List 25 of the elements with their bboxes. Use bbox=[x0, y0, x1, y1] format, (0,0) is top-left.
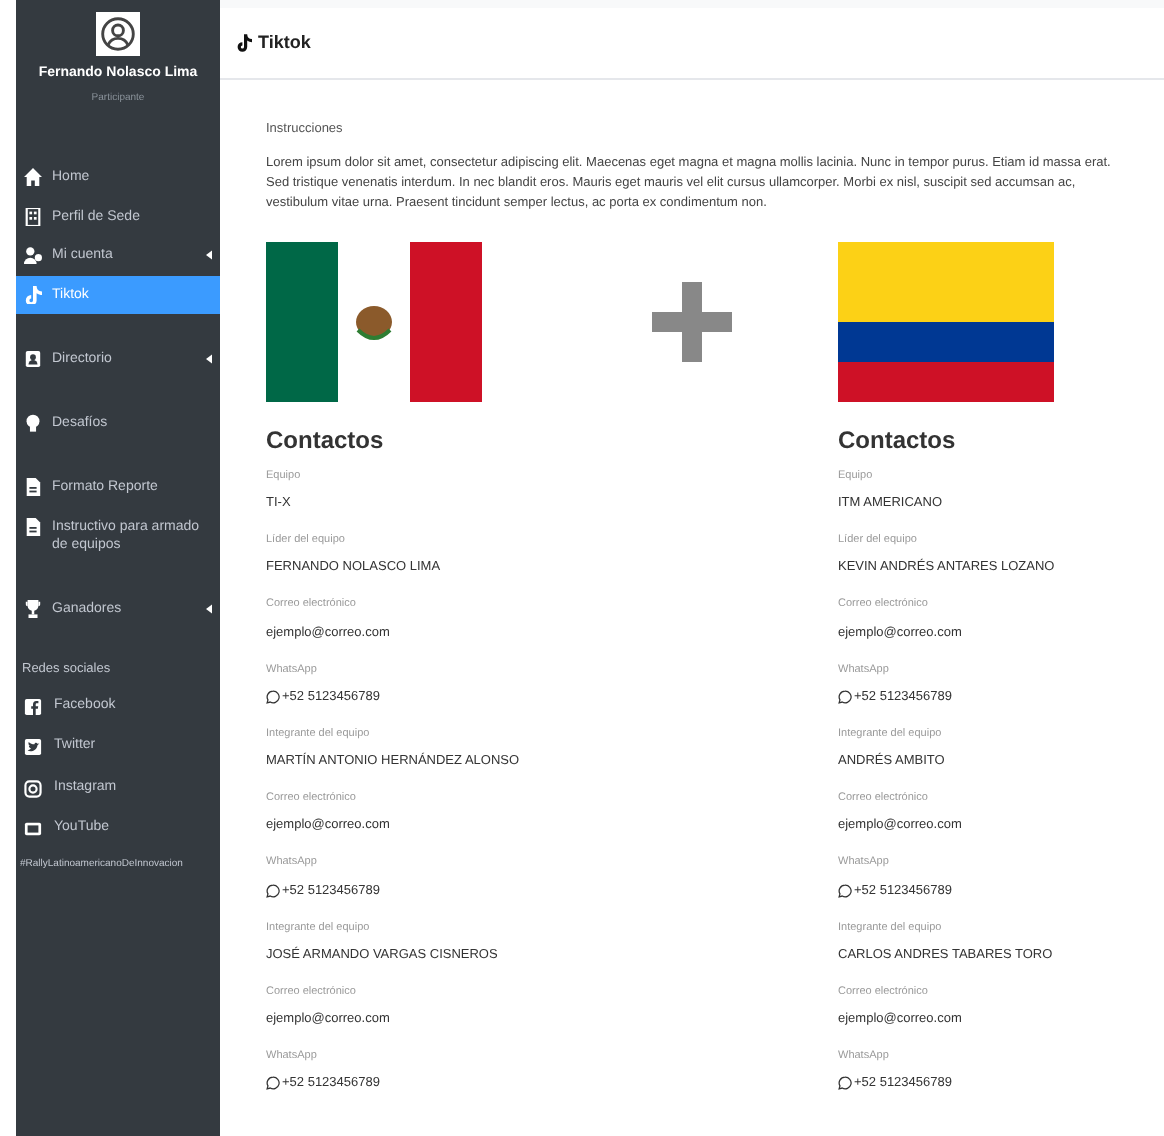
users-icon bbox=[24, 246, 42, 264]
document-icon bbox=[24, 478, 42, 496]
document-icon bbox=[24, 517, 42, 535]
whatsapp-icon bbox=[838, 883, 852, 897]
lightbulb-icon bbox=[24, 413, 42, 431]
whatsapp-icon bbox=[266, 883, 280, 897]
page-title: Tiktok bbox=[258, 29, 311, 56]
avatar bbox=[96, 12, 140, 56]
section-title: Contactos bbox=[838, 423, 958, 458]
video-player-icon bbox=[24, 820, 42, 838]
contact-card-icon bbox=[24, 350, 42, 368]
tiktok-icon bbox=[236, 34, 252, 52]
building-icon bbox=[24, 207, 42, 225]
section-title: Contactos bbox=[266, 423, 386, 458]
camera-icon bbox=[24, 779, 42, 797]
plus-icon bbox=[648, 277, 736, 366]
facebook-icon bbox=[24, 697, 42, 715]
tiktok-icon bbox=[24, 285, 42, 303]
whatsapp-icon bbox=[838, 1076, 852, 1091]
whatsapp-icon bbox=[266, 689, 280, 704]
bird-icon bbox=[24, 738, 42, 756]
trophy-icon bbox=[24, 599, 42, 617]
whatsapp-icon bbox=[266, 1076, 280, 1091]
home-icon bbox=[24, 168, 42, 186]
whatsapp-icon bbox=[838, 689, 852, 704]
